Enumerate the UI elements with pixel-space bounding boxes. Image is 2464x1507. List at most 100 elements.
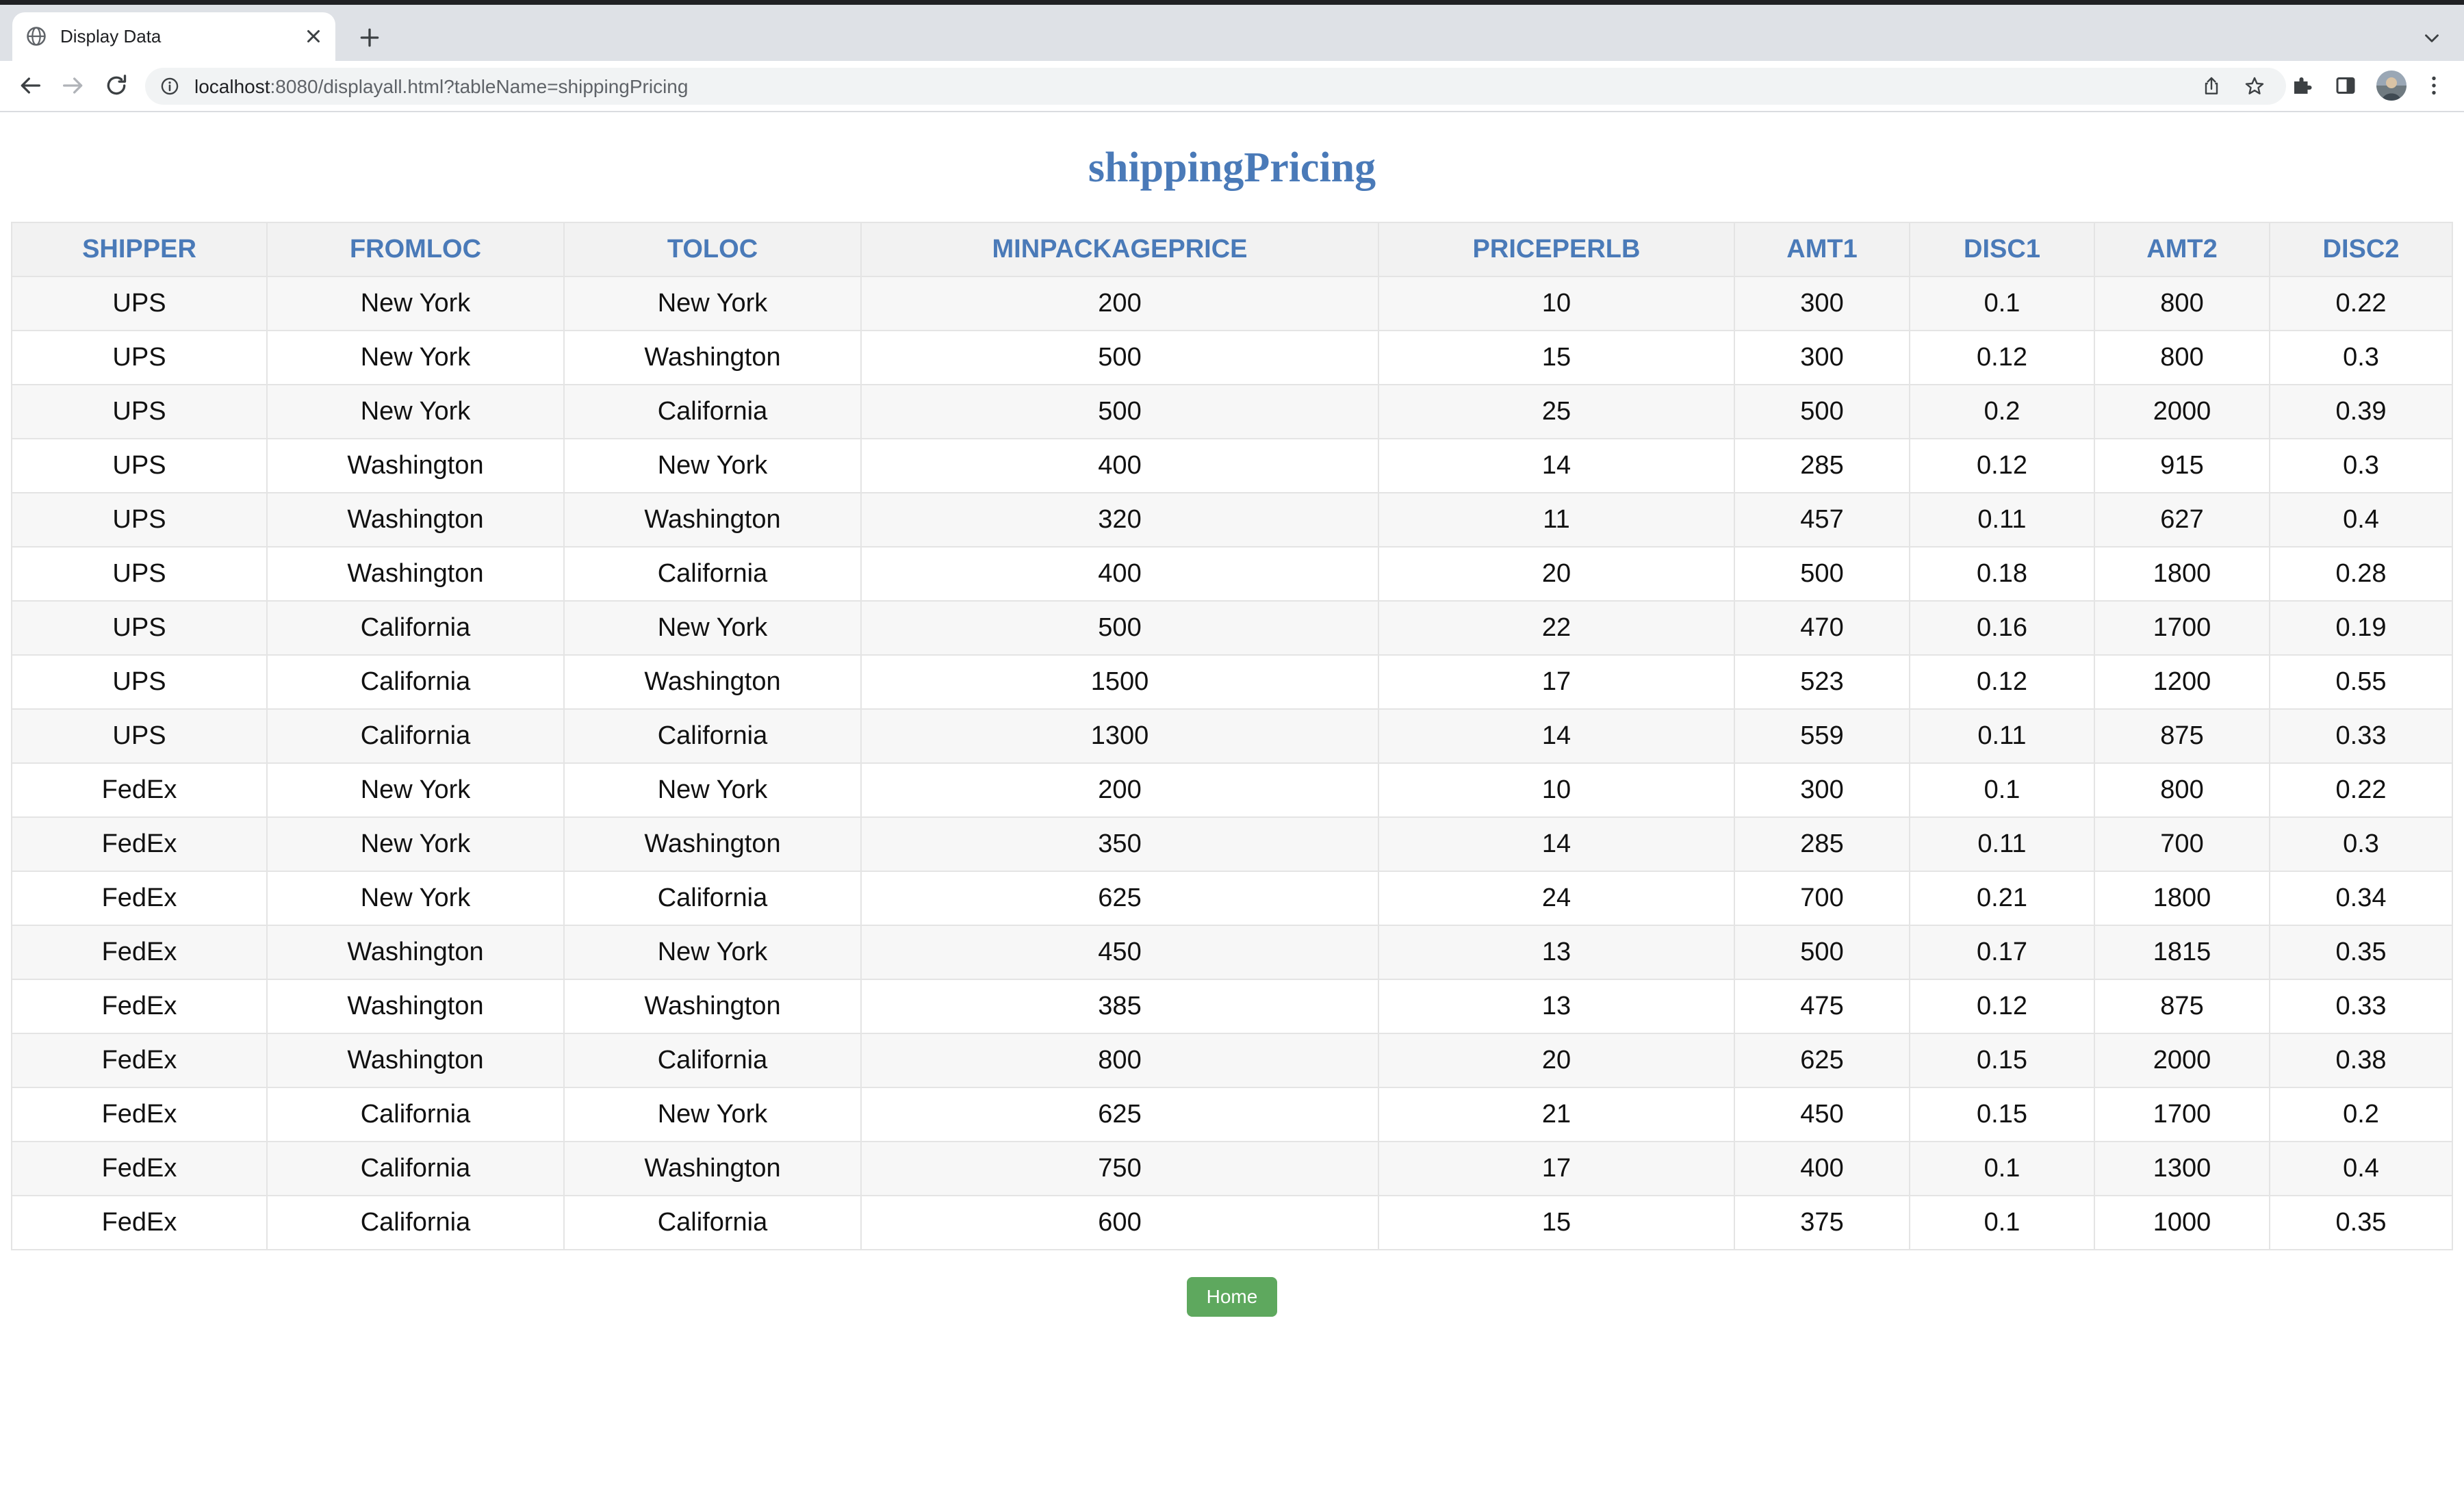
table-row: UPS New York New York 200 10 300 0.1 800 0.22 — [11, 276, 2453, 331]
table-cell-disc2: 0.33 — [2269, 979, 2453, 1034]
share-icon[interactable] — [2200, 75, 2222, 97]
shipping-pricing-table: SHIPPER FROMLOC TOLOC MINPACKAGEPRICE PRICEP… — [11, 222, 2453, 1250]
home-button[interactable]: Home — [1187, 1277, 1277, 1317]
table-cell-minpackageprice: 500 — [860, 330, 1379, 385]
table-cell-disc2: 0.35 — [2269, 925, 2453, 980]
table-cell-amt1: 559 — [1734, 708, 1910, 764]
table-cell-fromloc: California — [266, 1141, 565, 1196]
table-cell-disc1: 0.18 — [1909, 546, 2095, 602]
table-cell-toloc: California — [563, 546, 862, 602]
table-cell-amt1: 285 — [1734, 438, 1910, 493]
table-cell-amt1: 457 — [1734, 492, 1910, 548]
table-cell-minpackageprice: 200 — [860, 276, 1379, 331]
table-row: FedEx New York California 625 24 700 0.21 1800 0… — [11, 871, 2453, 926]
table-cell-amt2: 1700 — [2094, 1087, 2270, 1142]
table-cell-amt1: 375 — [1734, 1195, 1910, 1250]
active-tab[interactable]: Display Data — [12, 12, 335, 61]
table-cell-fromloc: New York — [266, 384, 565, 439]
table-cell-toloc: California — [563, 1195, 862, 1250]
extensions-puzzle-icon[interactable] — [2290, 73, 2315, 98]
table-cell-amt1: 450 — [1734, 1087, 1910, 1142]
column-header-toloc: TOLOC — [563, 222, 862, 277]
chevron-down-icon[interactable] — [2420, 27, 2443, 50]
table-cell-disc2: 0.39 — [2269, 384, 2453, 439]
column-header-amt2: AMT2 — [2094, 222, 2270, 277]
table-cell-fromloc: New York — [266, 330, 565, 385]
new-tab-icon[interactable] — [356, 24, 383, 51]
table-row: FedEx California New York 625 21 450 0.15 1700 0… — [11, 1087, 2453, 1142]
table-cell-priceperlb: 15 — [1378, 1195, 1735, 1250]
table-cell-minpackageprice: 400 — [860, 546, 1379, 602]
table-row: FedEx California Washington 750 17 400 0.1 1300… — [11, 1141, 2453, 1196]
browser-toolbar: localhost:8080/displayall.html?tableName… — [0, 61, 2464, 112]
url-path: :8080/displayall.html?tableName=shipping… — [270, 76, 689, 97]
table-cell-toloc: California — [563, 708, 862, 764]
table-cell-fromloc: California — [266, 654, 565, 710]
star-icon[interactable] — [2244, 75, 2266, 97]
table-cell-toloc: California — [563, 871, 862, 926]
table-cell-amt2: 700 — [2094, 816, 2270, 872]
table-cell-shipper: UPS — [11, 492, 268, 548]
reload-icon[interactable] — [103, 72, 130, 99]
table-cell-fromloc: California — [266, 600, 565, 656]
table-cell-disc2: 0.22 — [2269, 276, 2453, 331]
table-cell-disc1: 0.11 — [1909, 492, 2095, 548]
close-icon[interactable] — [301, 24, 326, 49]
table-cell-disc1: 0.1 — [1909, 1195, 2095, 1250]
address-bar[interactable]: localhost:8080/displayall.html?tableName… — [145, 68, 2286, 105]
table-cell-toloc: California — [563, 1033, 862, 1088]
table-cell-minpackageprice: 385 — [860, 979, 1379, 1034]
table-cell-amt2: 1700 — [2094, 600, 2270, 656]
table-cell-amt1: 475 — [1734, 979, 1910, 1034]
table-cell-minpackageprice: 350 — [860, 816, 1379, 872]
table-cell-disc1: 0.16 — [1909, 600, 2095, 656]
table-cell-amt2: 1000 — [2094, 1195, 2270, 1250]
table-row: UPS California New York 500 22 470 0.16 1700 0.1… — [11, 600, 2453, 656]
column-header-disc2: DISC2 — [2269, 222, 2453, 277]
table-cell-amt2: 800 — [2094, 762, 2270, 818]
forward-arrow-icon[interactable] — [60, 72, 87, 99]
table-row: UPS Washington Washington 320 11 457 0.11 627 0.… — [11, 492, 2453, 548]
table-cell-toloc: Washington — [563, 492, 862, 548]
url-host: localhost — [194, 76, 270, 97]
column-header-amt1: AMT1 — [1734, 222, 1910, 277]
info-icon[interactable] — [160, 77, 179, 96]
table-cell-priceperlb: 14 — [1378, 816, 1735, 872]
table-cell-toloc: Washington — [563, 330, 862, 385]
table-cell-priceperlb: 20 — [1378, 546, 1735, 602]
table-cell-toloc: California — [563, 384, 862, 439]
column-header-minpackageprice: MINPACKAGEPRICE — [860, 222, 1379, 277]
table-cell-disc2: 0.3 — [2269, 330, 2453, 385]
table-cell-amt1: 300 — [1734, 762, 1910, 818]
table-cell-fromloc: New York — [266, 762, 565, 818]
table-cell-disc2: 0.33 — [2269, 708, 2453, 764]
tab-strip: Display Data — [0, 5, 2464, 61]
table-cell-amt1: 400 — [1734, 1141, 1910, 1196]
back-arrow-icon[interactable] — [16, 72, 44, 99]
url-text[interactable]: localhost:8080/displayall.html?tableName… — [194, 76, 688, 98]
side-panel-icon[interactable] — [2333, 73, 2358, 98]
table-cell-minpackageprice: 625 — [860, 1087, 1379, 1142]
table-cell-amt1: 500 — [1734, 546, 1910, 602]
globe-icon — [27, 27, 46, 46]
table-cell-amt2: 1300 — [2094, 1141, 2270, 1196]
table-cell-minpackageprice: 450 — [860, 925, 1379, 980]
table-cell-priceperlb: 14 — [1378, 438, 1735, 493]
table-cell-disc2: 0.35 — [2269, 1195, 2453, 1250]
column-header-shipper: SHIPPER — [11, 222, 268, 277]
window-top-edge — [0, 0, 2464, 5]
table-cell-toloc: New York — [563, 600, 862, 656]
table-cell-toloc: Washington — [563, 816, 862, 872]
table-cell-fromloc: Washington — [266, 1033, 565, 1088]
table-cell-amt2: 800 — [2094, 276, 2270, 331]
more-options-icon[interactable] — [2422, 73, 2446, 98]
table-cell-toloc: New York — [563, 438, 862, 493]
table-cell-disc1: 0.1 — [1909, 762, 2095, 818]
table-cell-shipper: FedEx — [11, 1195, 268, 1250]
table-cell-fromloc: New York — [266, 871, 565, 926]
table-cell-disc1: 0.11 — [1909, 816, 2095, 872]
table-cell-amt2: 1200 — [2094, 654, 2270, 710]
avatar[interactable] — [2376, 70, 2407, 101]
table-cell-disc1: 0.1 — [1909, 1141, 2095, 1196]
table-cell-amt1: 300 — [1734, 276, 1910, 331]
